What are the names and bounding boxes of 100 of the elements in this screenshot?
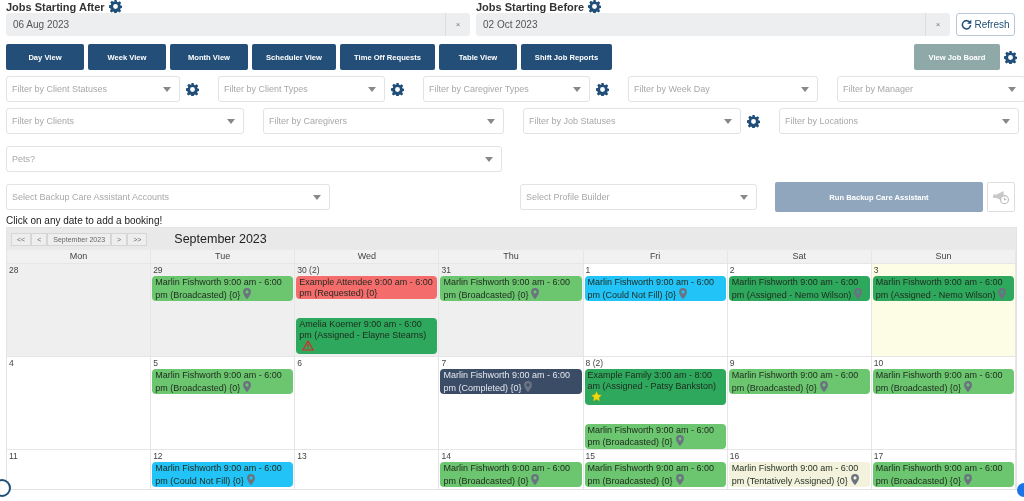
day-cell[interactable]: 2 Marlin Fishworth 9:00 am - 6:00 pm (Assigned - Nemo Wilson) — [727, 263, 872, 356]
dropdown-caret-icon — [487, 118, 495, 124]
day-cell[interactable]: 7 Marlin Fishworth 9:00 am - 6:00 pm (Completed) {0} — [439, 356, 584, 449]
location-pin-icon — [963, 380, 972, 392]
day-cell[interactable]: 5 Marlin Fishworth 9:00 am - 6:00 pm (Broadcasted) {0} — [151, 356, 296, 449]
weekday-header: Wed — [295, 250, 440, 263]
settings-icon[interactable] — [588, 0, 602, 13]
weekday-header: Sun — [871, 250, 1016, 263]
calendar-event[interactable]: Marlin Fishworth 9:00 am - 6:00 pm (Broadcasted) {0} — [584, 462, 726, 487]
calendar-event[interactable]: Marlin Fishworth 9:00 am - 6:00 pm (Broadcasted) {0} — [440, 462, 582, 487]
dropdown-caret-icon — [1008, 86, 1016, 92]
weekday-header: Mon — [7, 250, 152, 263]
dropdown-caret-icon — [313, 194, 321, 200]
day-number: 9 — [728, 358, 736, 369]
location-pin-icon — [854, 287, 863, 299]
day-number: 15 — [584, 451, 597, 462]
day-number: 16 — [728, 451, 741, 462]
calendar-event[interactable]: Amelia Koerner 9:00 am - 6:00 pm (Assigned - Elayne Stearns) — [296, 318, 438, 354]
day-number: 14 — [440, 451, 452, 462]
day-cell[interactable]: 10 Marlin Fishworth 9:00 am - 6:00 pm (Broadcasted) {0} — [871, 356, 1016, 449]
day-number: 17 — [872, 451, 885, 462]
megaphone-clock-icon — [992, 190, 1010, 204]
calendar-event[interactable]: Marlin Fishworth 9:00 am - 6:00 pm (Broadcasted) {0} — [440, 276, 582, 301]
day-cell[interactable]: 11 — [7, 449, 152, 489]
calendar-event[interactable]: Marlin Fishworth 9:00 am - 6:00 pm (Broadcasted) {0} — [584, 423, 726, 449]
settings-icon[interactable] — [747, 114, 760, 128]
day-cell[interactable]: 15 Marlin Fishworth 9:00 am - 6:00 pm (Broadcasted) {0} — [583, 449, 728, 489]
day-cell[interactable]: 3 Marlin Fishworth 9:00 am - 6:00 pm (Assigned - Nemo Wilson) — [871, 263, 1016, 356]
star-icon — [590, 391, 602, 402]
calendar-event[interactable]: Marlin Fishworth 9:00 am - 6:00 pm (Broadcasted) {0} — [728, 369, 870, 394]
day-number: 2 — [728, 265, 736, 276]
day-cell[interactable]: 31 Marlin Fishworth 9:00 am - 6:00 pm (Broadcasted) {0} — [439, 263, 584, 356]
day-cell[interactable]: 28 — [7, 263, 152, 356]
weekday-header: Sat — [727, 250, 872, 263]
day-cell[interactable]: 9 Marlin Fishworth 9:00 am - 6:00 pm (Broadcasted) {0} — [727, 356, 872, 449]
weekday-header: Tue — [151, 250, 296, 263]
clear-button[interactable]: × — [925, 13, 950, 36]
date-field[interactable]: 02 Oct 2023 × — [476, 13, 950, 36]
weekday-header: Fri — [583, 250, 728, 263]
settings-icon[interactable] — [596, 82, 609, 96]
location-pin-icon — [850, 473, 859, 485]
location-pin-icon — [819, 380, 828, 392]
settings-icon[interactable] — [108, 0, 122, 13]
dropdown-caret-icon — [724, 118, 732, 124]
day-cell[interactable]: 17 Marlin Fishworth 9:00 am - 6:00 pm (Broadcasted) {0} — [871, 449, 1016, 489]
date-field[interactable]: 06 Aug 2023 × — [6, 13, 470, 36]
location-pin-icon — [998, 287, 1007, 299]
day-cell[interactable]: 4 — [7, 356, 152, 449]
location-pin-icon — [243, 287, 252, 299]
location-pin-icon — [524, 380, 533, 392]
day-cell[interactable]: 12 Marlin Fishworth 9:00 am - 6:00 pm (Could Not Fill) {0} — [151, 449, 296, 489]
weekday-header: Thu — [439, 250, 584, 263]
calendar-event[interactable]: Marlin Fishworth 9:00 am - 6:00 pm (Broadcasted) {0} — [152, 276, 294, 301]
day-cell[interactable]: 13 — [295, 449, 440, 489]
day-cell[interactable]: 30 (2) Example Attendee 9:00 am - 6:00 pm (Requested) {0} Amelia Koerner 9:00 am - 6:00 pm (Assigned - Elayne Stearns) — [295, 263, 440, 356]
day-number: 28 — [8, 265, 20, 276]
calendar-event[interactable]: Marlin Fishworth 9:00 am - 6:00 pm (Assigned - Nemo Wilson) — [728, 276, 870, 301]
location-pin-icon — [246, 473, 255, 485]
location-pin-icon — [679, 287, 688, 299]
refresh-button[interactable]: Refresh — [956, 13, 1015, 36]
calendar-event[interactable]: Example Family 3:00 am - 8:00 am (Assigned - Patsy Bankston) — [584, 369, 726, 405]
day-cell[interactable]: 29 Marlin Fishworth 9:00 am - 6:00 pm (Broadcasted) {0} — [151, 263, 296, 356]
day-number: 7 — [440, 358, 448, 369]
calendar-event[interactable]: Marlin Fishworth 9:00 am - 6:00 pm (Broadcasted) {0} — [152, 369, 294, 394]
settings-icon[interactable] — [391, 82, 404, 96]
day-cell[interactable]: 14 Marlin Fishworth 9:00 am - 6:00 pm (Broadcasted) {0} — [439, 449, 584, 489]
dropdown-caret-icon — [801, 86, 809, 92]
day-number: 11 — [8, 451, 19, 462]
calendar-event[interactable]: Example Attendee 9:00 am - 6:00 pm (Requested) {0} — [296, 276, 438, 299]
hint-text: Click on any date to add a booking! — [6, 215, 164, 226]
filter-label: Jobs Starting After — [6, 0, 105, 13]
day-number: 31 — [440, 265, 452, 276]
location-pin-icon — [675, 473, 684, 485]
calendar-event[interactable]: Marlin Fishworth 9:00 am - 6:00 pm (Completed) {0} — [440, 369, 582, 394]
dropdown-caret-icon — [227, 118, 235, 124]
dropdown-caret-icon — [1002, 118, 1010, 124]
calendar-title: September 2023 — [174, 232, 267, 246]
clear-button[interactable]: × — [445, 13, 470, 36]
calendar-event[interactable]: Marlin Fishworth 9:00 am - 6:00 pm (Could Not Fill) {0} — [152, 462, 294, 487]
location-pin-icon — [963, 473, 972, 485]
day-cell[interactable]: 1 Marlin Fishworth 9:00 am - 6:00 pm (Could Not Fill) {0} — [583, 263, 728, 356]
day-cell[interactable]: 16 Marlin Fishworth 9:00 am - 6:00 pm (Tentatively Assigned) {0} — [727, 449, 872, 489]
settings-icon[interactable] — [1004, 50, 1017, 64]
calendar-event[interactable]: Marlin Fishworth 9:00 am - 6:00 pm (Could Not Fill) {0} — [584, 276, 726, 301]
calendar-event[interactable]: Marlin Fishworth 9:00 am - 6:00 pm (Assigned - Nemo Wilson) — [872, 276, 1014, 301]
dropdown-caret-icon — [163, 86, 171, 92]
location-pin-icon — [531, 287, 540, 299]
day-number: 4 — [8, 358, 15, 369]
calendar-event[interactable]: Marlin Fishworth 9:00 am - 6:00 pm (Broadcasted) {0} — [872, 369, 1014, 394]
day-number: 30 (2) — [296, 265, 321, 276]
day-cell[interactable]: 8 (2) Example Family 3:00 am - 8:00 am (Assigned - Patsy Bankston) Marlin Fishworth 9:00 am - 6:00 pm (Broadcasted) {0} — [583, 356, 728, 449]
calendar-event[interactable]: Marlin Fishworth 9:00 am - 6:00 pm (Broadcasted) {0} — [872, 462, 1014, 487]
day-number: 29 — [152, 265, 164, 276]
day-number: 12 — [152, 451, 164, 462]
day-cell[interactable]: 6 — [295, 356, 440, 449]
location-pin-icon — [531, 473, 540, 485]
day-number: 1 — [584, 265, 592, 276]
calendar-event[interactable]: Marlin Fishworth 9:00 am - 6:00 pm (Tentatively Assigned) {0} — [728, 462, 870, 487]
refresh-icon — [961, 19, 973, 30]
settings-icon[interactable] — [186, 82, 199, 96]
